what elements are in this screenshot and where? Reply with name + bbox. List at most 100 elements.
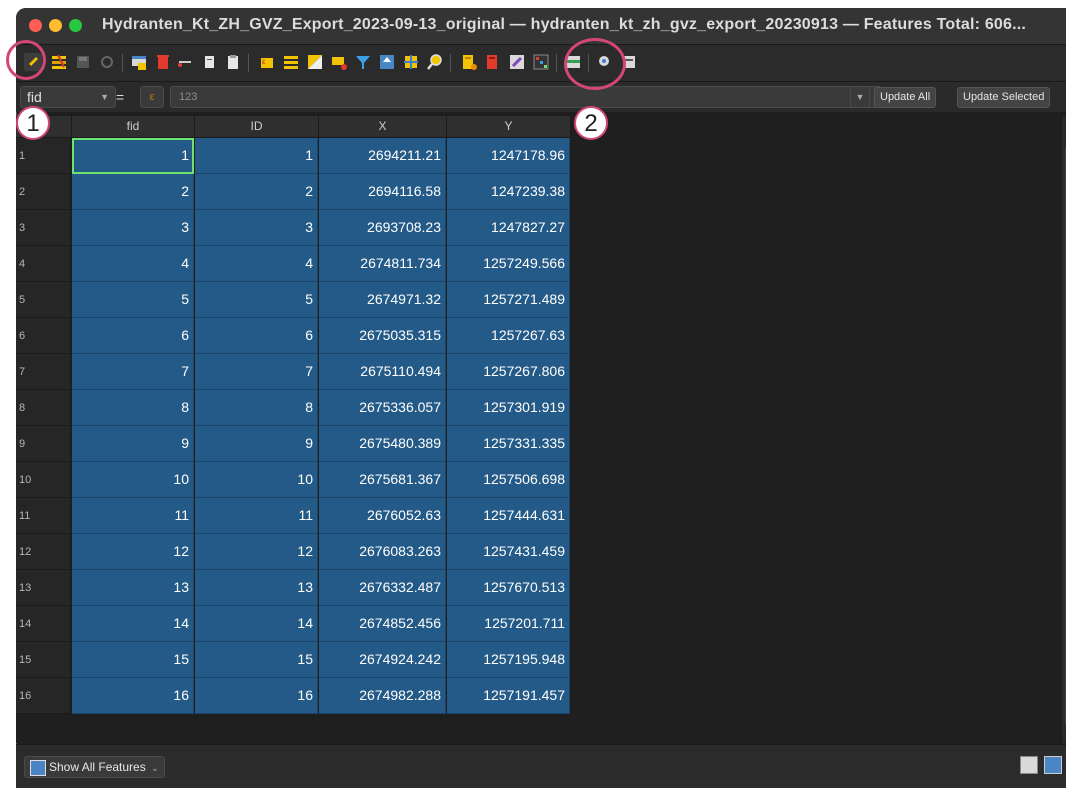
cell-x[interactable]: 2676083.263 [319, 534, 446, 570]
row-header[interactable]: 7 [16, 354, 71, 390]
table-view-toggle-icon[interactable] [1044, 756, 1062, 774]
cell-fid[interactable]: 2 [72, 174, 194, 210]
cell-x[interactable]: 2676052.63 [319, 498, 446, 534]
cell-id[interactable]: 3 [195, 210, 318, 246]
cell-id[interactable]: 14 [195, 606, 318, 642]
cell-x[interactable]: 2675336.057 [319, 390, 446, 426]
zoom-to-selected-icon[interactable] [426, 53, 444, 71]
cell-id[interactable]: 11 [195, 498, 318, 534]
row-header[interactable]: 4 [16, 246, 71, 282]
row-header[interactable]: 9 [16, 426, 71, 462]
delete-field-icon[interactable] [484, 53, 502, 71]
close-window-button[interactable] [29, 19, 42, 32]
update-all-button[interactable]: Update All [874, 87, 937, 108]
cell-y[interactable]: 1247239.38 [447, 174, 570, 210]
cell-y[interactable]: 1257431.459 [447, 534, 570, 570]
cell-fid[interactable]: 14 [72, 606, 194, 642]
expression-builder-icon[interactable]: ε [140, 86, 164, 108]
cell-fid[interactable]: 10 [72, 462, 194, 498]
form-view-toggle-icon[interactable] [1020, 756, 1038, 774]
cell-x[interactable]: 2674924.242 [319, 642, 446, 678]
vertical-scrollbar[interactable] [1061, 116, 1066, 743]
cell-y[interactable]: 1257201.711 [447, 606, 570, 642]
show-all-features-button[interactable]: Show All Features ⌄ [24, 756, 165, 778]
cell-x[interactable]: 2674852.456 [319, 606, 446, 642]
cell-id[interactable]: 1 [195, 138, 318, 174]
cell-x[interactable]: 2675110.494 [319, 354, 446, 390]
cell-x[interactable]: 2674982.288 [319, 678, 446, 714]
cell-y[interactable]: 1257267.63 [447, 318, 570, 354]
row-header[interactable]: 2 [16, 174, 71, 210]
field-calculator-icon[interactable] [508, 53, 526, 71]
cell-id[interactable]: 4 [195, 246, 318, 282]
row-header[interactable]: 3 [16, 210, 71, 246]
cell-x[interactable]: 2675681.367 [319, 462, 446, 498]
column-header-fid[interactable]: fid [72, 116, 195, 138]
cell-id[interactable]: 15 [195, 642, 318, 678]
expression-dropdown-icon[interactable]: ▼ [850, 86, 870, 108]
cell-id[interactable]: 8 [195, 390, 318, 426]
cell-y[interactable]: 1257195.948 [447, 642, 570, 678]
row-header[interactable]: 13 [16, 570, 71, 606]
cell-fid[interactable]: 16 [72, 678, 194, 714]
row-header[interactable]: 12 [16, 534, 71, 570]
cell-y[interactable]: 1257444.631 [447, 498, 570, 534]
cell-fid[interactable]: 3 [72, 210, 194, 246]
cell-y[interactable]: 1247178.96 [447, 138, 570, 174]
minimize-window-button[interactable] [49, 19, 62, 32]
row-header[interactable]: 15 [16, 642, 71, 678]
cell-y[interactable]: 1257271.489 [447, 282, 570, 318]
cell-x[interactable]: 2675035.315 [319, 318, 446, 354]
row-header[interactable]: 8 [16, 390, 71, 426]
row-header[interactable]: 5 [16, 282, 71, 318]
cell-y[interactable]: 1257670.513 [447, 570, 570, 606]
cell-fid[interactable]: 8 [72, 390, 194, 426]
row-header[interactable]: 16 [16, 678, 71, 714]
cell-x[interactable]: 2694211.21 [319, 138, 446, 174]
cell-fid[interactable]: 1 [72, 138, 194, 174]
cell-id[interactable]: 13 [195, 570, 318, 606]
cell-id[interactable]: 7 [195, 354, 318, 390]
cell-fid[interactable]: 15 [72, 642, 194, 678]
cell-id[interactable]: 12 [195, 534, 318, 570]
cell-id[interactable]: 16 [195, 678, 318, 714]
invert-selection-icon[interactable] [306, 53, 324, 71]
expression-select-icon[interactable]: ε [258, 53, 276, 71]
update-selected-button[interactable]: Update Selected [957, 87, 1051, 108]
cell-fid[interactable]: 9 [72, 426, 194, 462]
row-header[interactable]: 6 [16, 318, 71, 354]
cell-id[interactable]: 9 [195, 426, 318, 462]
column-header-x[interactable]: X [319, 116, 447, 138]
filter-icon[interactable] [354, 53, 372, 71]
cell-id[interactable]: 2 [195, 174, 318, 210]
multi-edit-icon[interactable] [50, 53, 68, 71]
cell-fid[interactable]: 12 [72, 534, 194, 570]
expression-input[interactable]: 123 [170, 86, 882, 108]
cell-fid[interactable]: 7 [72, 354, 194, 390]
cell-id[interactable]: 10 [195, 462, 318, 498]
cell-x[interactable]: 2674971.32 [319, 282, 446, 318]
row-header[interactable]: 10 [16, 462, 71, 498]
cell-x[interactable]: 2675480.389 [319, 426, 446, 462]
cell-y[interactable]: 1257249.566 [447, 246, 570, 282]
new-field-icon[interactable] [460, 53, 478, 71]
add-feature-icon[interactable] [130, 53, 148, 71]
cell-x[interactable]: 2693708.23 [319, 210, 446, 246]
row-header[interactable]: 1 [16, 138, 71, 174]
cut-icon[interactable] [176, 53, 194, 71]
row-header[interactable]: 14 [16, 606, 71, 642]
column-header-y[interactable]: Y [447, 116, 571, 138]
cell-id[interactable]: 5 [195, 282, 318, 318]
deselect-icon[interactable] [330, 53, 348, 71]
cell-fid[interactable]: 13 [72, 570, 194, 606]
cell-x[interactable]: 2674811.734 [319, 246, 446, 282]
row-header[interactable]: 11 [16, 498, 71, 534]
conditional-formatting-icon[interactable] [532, 53, 550, 71]
paste-icon[interactable] [224, 53, 242, 71]
title-bar[interactable]: Hydranten_Kt_ZH_GVZ_Export_2023-09-13_or… [16, 8, 1066, 45]
field-select[interactable]: fid ▼ [20, 86, 116, 108]
cell-y[interactable]: 1257331.335 [447, 426, 570, 462]
cell-fid[interactable]: 11 [72, 498, 194, 534]
cell-y[interactable]: 1257267.806 [447, 354, 570, 390]
delete-feature-icon[interactable] [154, 53, 172, 71]
